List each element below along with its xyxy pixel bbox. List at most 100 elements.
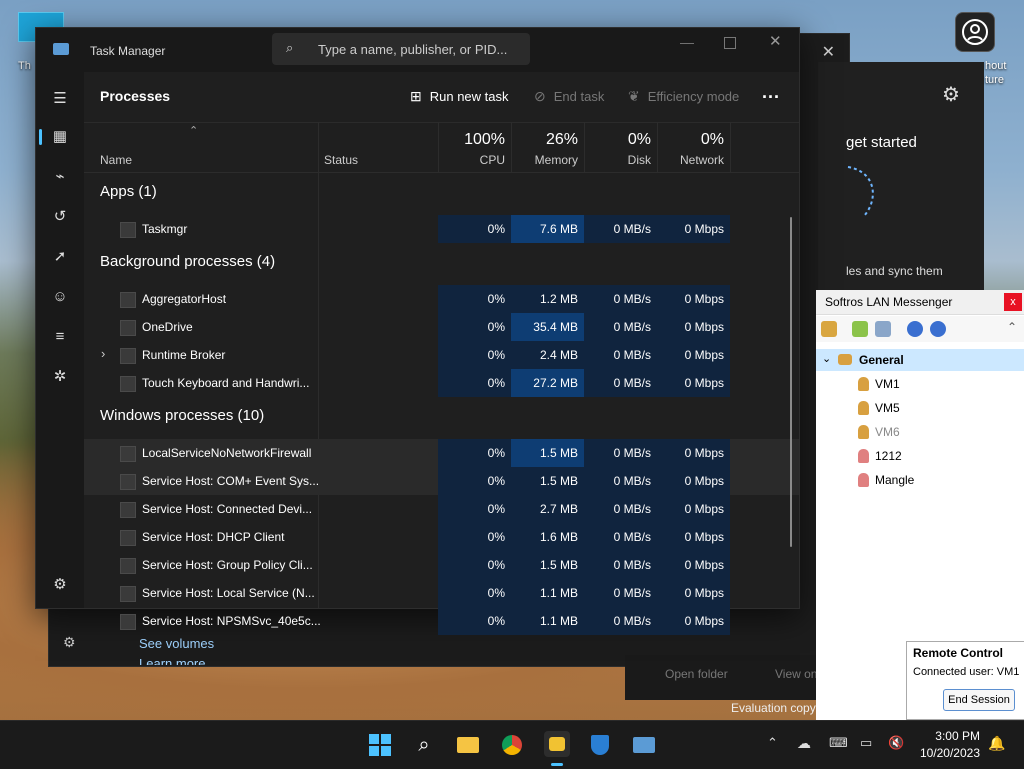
clock-date[interactable]: 10/20/2023 bbox=[912, 746, 980, 760]
group-general[interactable]: ⌄ General bbox=[816, 349, 1024, 371]
task-manager-taskbar-icon[interactable] bbox=[632, 733, 656, 757]
view-online-button[interactable]: View on bbox=[775, 667, 817, 681]
file-explorer-icon[interactable] bbox=[456, 733, 480, 757]
cpu-column-header[interactable]: 100% CPU bbox=[438, 122, 512, 172]
memory-cell: 1.5 MB bbox=[511, 551, 584, 579]
settings-icon[interactable]: ⚙ bbox=[48, 572, 72, 596]
connected-user: Connected user: VM1 bbox=[913, 666, 1020, 678]
learn-more-link[interactable]: Learn more bbox=[139, 656, 205, 665]
user-name: VM1 bbox=[875, 377, 900, 391]
network-column-label: Network bbox=[679, 153, 724, 167]
group-header-apps[interactable]: Apps (1) bbox=[100, 183, 157, 200]
process-row[interactable]: Service Host: NPSMSvc_40e5c... 0% 1.1 MB 0 … bbox=[84, 607, 799, 635]
group-header-windows[interactable]: Windows processes (10) bbox=[100, 407, 264, 424]
disk-cell: 0 MB/s bbox=[584, 215, 657, 243]
network-cell: 0 Mbps bbox=[657, 579, 730, 607]
minimize-button[interactable]: — bbox=[680, 34, 694, 50]
app-history-icon[interactable]: ↺ bbox=[48, 204, 72, 228]
search-box[interactable]: ⌕ Type a name, publisher, or PID... bbox=[272, 33, 530, 65]
clock-time[interactable]: 3:00 PM bbox=[918, 729, 980, 743]
close-button[interactable]: ✕ bbox=[769, 32, 782, 50]
cpu-cell: 0% bbox=[438, 551, 511, 579]
process-row[interactable]: Taskmgr 0% 7.6 MB 0 MB/s 0 Mbps bbox=[84, 215, 799, 243]
end-task-button[interactable]: ⊘ End task bbox=[534, 88, 604, 105]
disk-column-header[interactable]: 0% Disk bbox=[584, 122, 658, 172]
disk-cell: 0 MB/s bbox=[584, 607, 657, 635]
user-item[interactable]: 1212 bbox=[858, 449, 902, 463]
network-icon[interactable]: ▭ bbox=[860, 735, 872, 751]
user-item[interactable]: Mangle bbox=[858, 473, 914, 487]
network-cell: 0 Mbps bbox=[657, 285, 730, 313]
services-icon[interactable]: ✲ bbox=[48, 364, 72, 388]
settings-gear-icon[interactable]: ⚙ bbox=[942, 82, 960, 107]
status-icon[interactable] bbox=[821, 321, 837, 337]
disk-cell: 0 MB/s bbox=[584, 579, 657, 607]
volume-icon[interactable]: 🔇 bbox=[888, 735, 904, 751]
processes-icon[interactable]: ▦ bbox=[48, 124, 72, 148]
users-icon[interactable]: ☺ bbox=[48, 284, 72, 308]
user-item[interactable]: VM6 bbox=[858, 425, 900, 439]
process-row[interactable]: Touch Keyboard and Handwri... 0% 27.2 MB 0 … bbox=[84, 369, 799, 397]
cpu-total: 100% bbox=[464, 131, 505, 148]
process-row[interactable]: Service Host: Local Service (N... 0% 1.1 M… bbox=[84, 579, 799, 607]
end-session-button[interactable]: End Session bbox=[943, 689, 1015, 711]
process-row[interactable]: LocalServiceNoNetworkFirewall 0% 1.5 MB 0 M… bbox=[84, 439, 799, 467]
more-options-button[interactable]: ... bbox=[762, 82, 780, 103]
chevron-up-icon[interactable]: ⌃ bbox=[767, 735, 778, 751]
startup-apps-icon[interactable]: ➚ bbox=[48, 244, 72, 268]
keyboard-icon[interactable]: ⌨ bbox=[829, 735, 848, 751]
search-icon[interactable]: ⌕ bbox=[412, 733, 436, 757]
scrollbar[interactable] bbox=[790, 217, 792, 547]
maximize-button[interactable] bbox=[724, 37, 736, 49]
start-icon[interactable] bbox=[368, 733, 392, 757]
close-button[interactable]: x bbox=[1004, 293, 1022, 311]
name-column-header[interactable]: ⌃ Name bbox=[84, 122, 319, 172]
user-item[interactable]: VM5 bbox=[858, 401, 900, 415]
add-folder-icon[interactable] bbox=[852, 321, 868, 337]
user-item[interactable]: VM1 bbox=[858, 377, 900, 391]
run-new-task-button[interactable]: ⊞ Run new task bbox=[410, 88, 509, 105]
chrome-icon[interactable] bbox=[500, 733, 524, 757]
process-row[interactable]: › Runtime Broker 0% 2.4 MB 0 MB/s 0 Mbps bbox=[84, 341, 799, 369]
process-row[interactable]: Service Host: Group Policy Cli... 0% 1.5 M… bbox=[84, 551, 799, 579]
help-icon[interactable] bbox=[907, 321, 923, 337]
expand-chevron-icon[interactable]: › bbox=[101, 346, 105, 361]
disk-column-label: Disk bbox=[627, 153, 651, 167]
collapse-toolbar-icon[interactable]: ⌃ bbox=[1007, 320, 1017, 334]
process-row[interactable]: OneDrive 0% 35.4 MB 0 MB/s 0 Mbps bbox=[84, 313, 799, 341]
process-row[interactable]: Service Host: Connected Devi... 0% 2.7 MB 0… bbox=[84, 495, 799, 523]
group-header-background[interactable]: Background processes (4) bbox=[100, 253, 275, 270]
search-icon: ⌕ bbox=[286, 40, 294, 55]
process-row[interactable]: Service Host: COM+ Event Sys... 0% 1.5 MB 0… bbox=[84, 467, 799, 495]
memory-column-header[interactable]: 26% Memory bbox=[511, 122, 585, 172]
see-volumes-link[interactable]: See volumes bbox=[139, 636, 214, 651]
process-row[interactable]: Service Host: DHCP Client 0% 1.6 MB 0 MB/s 0… bbox=[84, 523, 799, 551]
cpu-cell: 0% bbox=[438, 495, 511, 523]
cpu-cell: 0% bbox=[438, 523, 511, 551]
network-column-header[interactable]: 0% Network bbox=[657, 122, 731, 172]
process-name: Service Host: COM+ Event Sys... bbox=[142, 474, 320, 488]
process-row[interactable]: AggregatorHost 0% 1.2 MB 0 MB/s 0 Mbps bbox=[84, 285, 799, 313]
status-column-header[interactable]: Status bbox=[318, 122, 439, 172]
notification-bell-icon[interactable]: 🔔 bbox=[988, 735, 1005, 752]
gear-icon[interactable]: ⚙ bbox=[63, 634, 76, 651]
memory-total: 26% bbox=[545, 131, 578, 148]
open-folder-button[interactable]: Open folder bbox=[665, 667, 728, 681]
process-name: Runtime Broker bbox=[142, 348, 226, 362]
memory-cell: 7.6 MB bbox=[511, 215, 584, 243]
history-icon[interactable] bbox=[875, 321, 891, 337]
efficiency-mode-button[interactable]: ❦ Efficiency mode bbox=[628, 88, 739, 105]
remote-control-icon[interactable] bbox=[955, 12, 995, 52]
defender-icon[interactable] bbox=[588, 733, 612, 757]
hamburger-menu-icon[interactable]: ☰ bbox=[48, 86, 72, 110]
onedrive-tray-icon[interactable]: ☁ bbox=[797, 735, 811, 752]
network-cell: 0 Mbps bbox=[657, 551, 730, 579]
process-name: OneDrive bbox=[142, 320, 193, 334]
close-icon[interactable]: ✕ bbox=[822, 42, 835, 62]
search-input[interactable]: Type a name, publisher, or PID... bbox=[318, 42, 507, 57]
network-cell: 0 Mbps bbox=[657, 607, 730, 635]
info-icon[interactable] bbox=[930, 321, 946, 337]
performance-icon[interactable]: ⌁ bbox=[48, 164, 72, 188]
details-icon[interactable]: ≡ bbox=[48, 324, 72, 348]
messenger-taskbar-icon[interactable] bbox=[544, 731, 570, 757]
